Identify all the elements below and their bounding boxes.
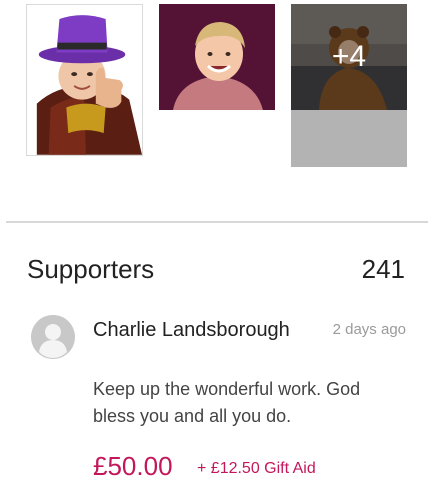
gallery-photo-1[interactable] — [26, 4, 143, 156]
supporter-message: Keep up the wonderful work. God bless yo… — [93, 379, 361, 426]
section-divider — [6, 221, 428, 223]
supporters-heading: Supporters — [27, 254, 155, 284]
photo-top-hat-boy — [27, 5, 142, 155]
supporters-count: 241 — [361, 254, 405, 284]
gallery-more-photos[interactable]: +4 — [291, 4, 407, 167]
gift-aid-amount: + £12.50 Gift Aid — [197, 460, 316, 477]
person-placeholder-icon — [31, 315, 75, 359]
more-photos-count: +4 — [331, 40, 367, 73]
supporter-name: Charlie Landsborough — [93, 319, 290, 341]
fundraiser-page: +4 Supporters 241 Charlie Landsborough 2… — [0, 0, 434, 500]
supporter-time: 2 days ago — [332, 321, 406, 338]
photo-smiling-boy — [159, 4, 275, 110]
donation-amount: £50.00 — [93, 451, 173, 481]
gallery-photo-2[interactable] — [159, 4, 275, 110]
photo-gallery: +4 — [0, 0, 434, 222]
